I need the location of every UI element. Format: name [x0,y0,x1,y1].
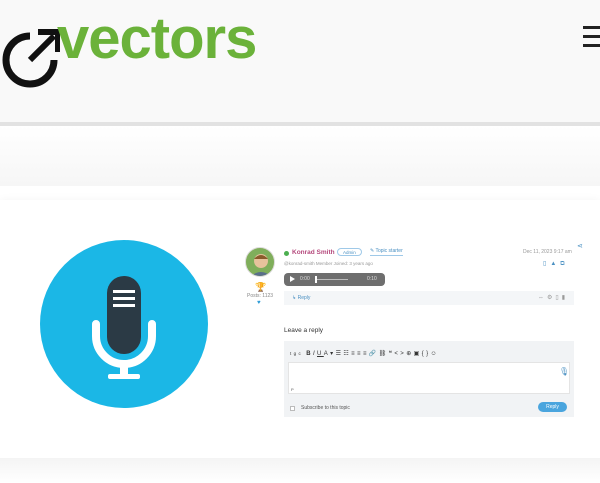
online-status-dot [284,251,289,256]
bottom-shadow [0,458,600,483]
post-reply-bar: ↳ Reply ⇔⚙▯▮ [284,291,574,305]
toolbar-button-1[interactable]: B [306,351,313,357]
reply-link[interactable]: ↳ Reply [292,295,310,301]
author-avatar[interactable] [245,247,275,277]
share-icon[interactable]: ⋖ [577,242,583,250]
trash-icon[interactable]: ▮ [562,295,568,301]
warning-icon[interactable]: ▲ [550,261,560,267]
microphone-icon[interactable]: 🎙 [559,367,569,376]
post-tools[interactable]: ⇔⚙▯▮ [538,294,568,301]
toolbar-button-3[interactable]: U [317,351,324,357]
leave-reply-heading: Leave a reply [284,327,324,334]
toolbar-button-12[interactable]: ⛓ [379,351,389,357]
reply-submit-button[interactable]: Reply [538,402,567,412]
toolbar-button-16[interactable]: ▣ [414,351,422,357]
hamburger-icon[interactable] [583,26,600,50]
toolbar-button-18[interactable]: ☺ [431,351,440,357]
reply-textarea[interactable]: P 🎙 [288,362,570,394]
toolbar-button-7[interactable]: ☷ [343,351,351,357]
site-header: vectors [0,0,600,122]
paragraph-label: P [291,387,294,392]
audio-duration: 0:10 [367,276,377,282]
logo-refresh-icon [2,29,60,88]
author-name[interactable]: Konrad Smith [292,249,335,256]
post-actions[interactable]: ▯▲⧉ [543,260,569,268]
toolbar-button-11[interactable]: 🔗 [369,351,379,357]
reply-editor: tgc BIUA▾☰☷≡≡≡🔗⛓❝<>⊕▣{}☺ P 🎙 Subscribe to… [284,341,574,417]
audio-current-time: 0:00 [300,276,310,282]
link-icon[interactable]: ⧉ [560,261,568,267]
editor-toolbar[interactable]: tgc BIUA▾☰☷≡≡≡🔗⛓❝<>⊕▣{}☺ [290,350,439,357]
reputation-icon: ♥ [257,300,261,306]
toolbar-button-17[interactable]: {} [422,351,431,357]
quote-icon[interactable]: ⇔ [538,295,547,301]
audio-progress-track[interactable] [315,279,348,280]
audio-player[interactable]: 0:00 0:10 [284,273,385,286]
page-gap [0,126,600,186]
subscribe-checkbox[interactable] [290,406,295,411]
trophy-icon: 🏆 [255,282,267,292]
post-date: Dec 11, 2023 9:17 am [523,249,572,255]
microphone-icon [92,276,156,379]
toolbar-button-15[interactable]: ⊕ [406,351,413,357]
hero-microphone [40,240,208,408]
posts-count: Posts: 1123 [247,293,274,299]
play-icon[interactable] [290,276,295,282]
subscribe-label: Subscribe to this topic [301,405,350,411]
role-badge: Admin [337,248,362,256]
logo-text: vectors [57,6,257,71]
reply-link-text[interactable]: Reply [298,295,311,301]
author-meta: @konrad-smith Member Joined: 3 years ago [284,261,373,266]
topic-starter-text: Topic starter [375,248,403,254]
topic-starter-label: ✎ Topic starter [370,248,403,256]
audio-progress-knob[interactable] [315,276,317,283]
toolbar-button-0[interactable]: tgc [290,351,303,356]
toolbar-button-14[interactable]: <> [394,351,406,357]
